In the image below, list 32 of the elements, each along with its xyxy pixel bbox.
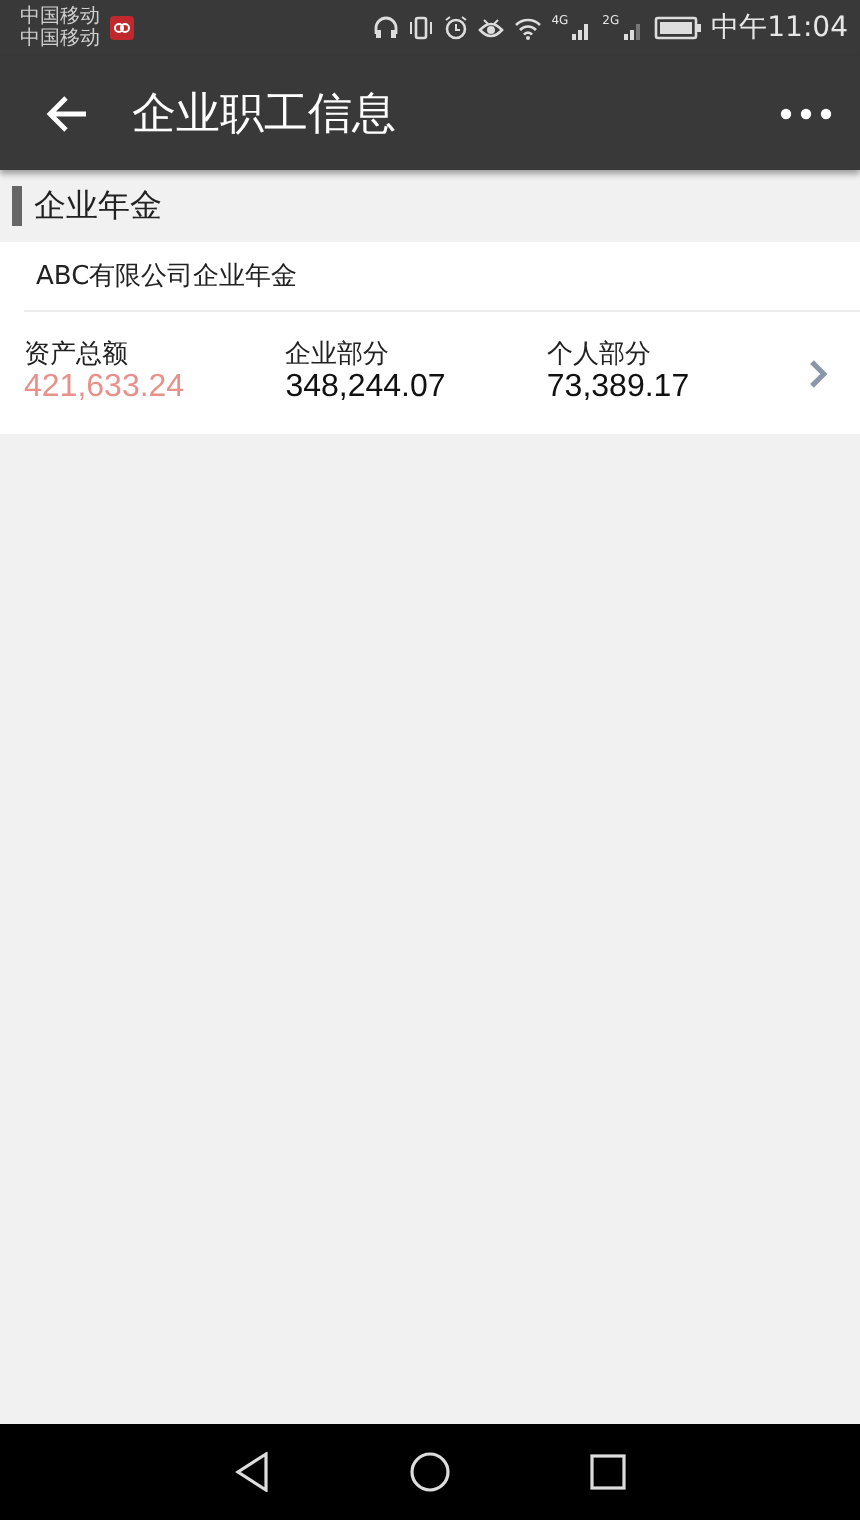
metric-label: 个人部分	[546, 340, 653, 370]
plan-name: ABC有限公司企业年金	[24, 242, 860, 312]
eye-icon	[477, 16, 504, 40]
back-nav-button[interactable]	[234, 1452, 270, 1492]
metric-value: 73,389.17	[546, 370, 692, 406]
vibrate-icon	[407, 16, 434, 40]
section-marker	[12, 186, 22, 226]
metric-value: 421,633.24	[24, 370, 187, 406]
metric-value: 348,244.07	[285, 370, 448, 406]
metric-label: 企业部分	[285, 340, 392, 370]
more-icon	[780, 107, 832, 119]
back-arrow-icon	[44, 93, 88, 133]
battery-icon	[653, 16, 702, 40]
wifi-icon	[513, 16, 542, 40]
more-button[interactable]	[780, 107, 832, 119]
headphones-icon	[373, 16, 398, 40]
recents-nav-button[interactable]	[590, 1454, 626, 1490]
home-nav-button[interactable]	[410, 1452, 450, 1492]
app-notification-icon	[110, 16, 134, 40]
section-title: 企业年金	[34, 185, 162, 227]
chevron-right-icon	[808, 357, 829, 389]
alarm-icon	[443, 16, 468, 40]
carrier-label: 中国移动	[20, 6, 100, 28]
triangle-icon	[234, 1452, 270, 1492]
metric-label: 资产总额	[24, 340, 130, 370]
page-title: 企业职工信息	[132, 87, 398, 143]
back-button[interactable]	[44, 93, 88, 133]
circle-icon	[410, 1452, 450, 1492]
status-time: 中午11:04	[711, 10, 848, 46]
carrier-label: 中国移动	[20, 28, 100, 50]
square-icon	[590, 1454, 626, 1490]
pension-card[interactable]: ABC有限公司企业年金 资产总额 421,633.24 企业部分 348,244.07 个人部分 73,389.17	[0, 242, 860, 434]
